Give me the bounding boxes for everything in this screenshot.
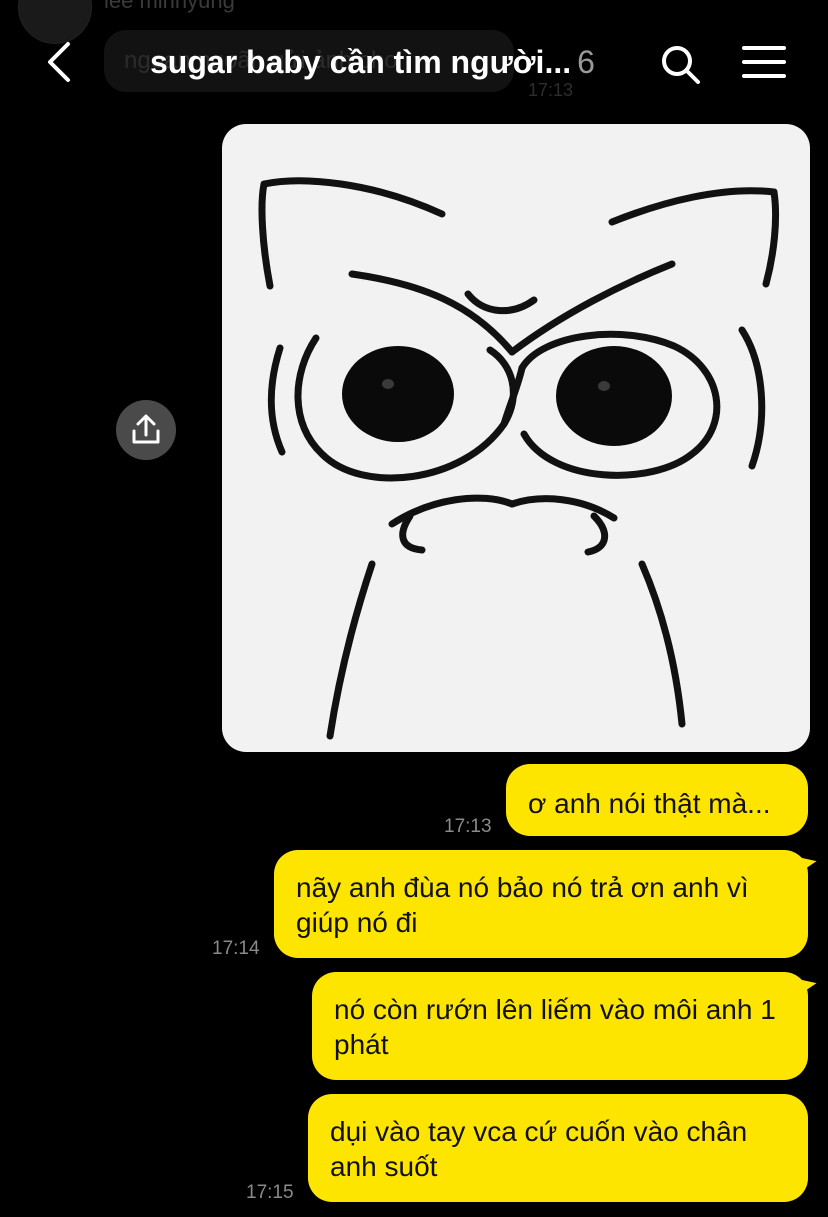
sender-name: lee minhyung xyxy=(104,0,235,13)
sent-message-bubble[interactable]: nãy anh đùa nó bảo nó trả ơn anh vì giúp… xyxy=(274,850,808,958)
search-button[interactable] xyxy=(656,40,704,88)
back-button[interactable] xyxy=(36,34,84,90)
menu-button[interactable] xyxy=(740,42,788,82)
chat-header: sugar baby cần tìm người... 6 xyxy=(0,30,828,94)
sent-message-bubble[interactable]: nó còn rướn lên liếm vào môi anh 1 phát xyxy=(312,972,808,1080)
share-upload-icon xyxy=(132,414,160,444)
hamburger-menu-icon xyxy=(742,46,786,78)
message-time: 17:13 xyxy=(444,816,492,837)
sent-message-bubble[interactable]: dụi vào tay vca cứ cuốn vào chân anh suố… xyxy=(308,1094,808,1202)
image-message[interactable] xyxy=(222,124,810,752)
search-icon xyxy=(662,46,700,84)
angry-cat-sticker xyxy=(258,177,780,740)
message-time: 17:14 xyxy=(212,938,260,959)
chat-title[interactable]: sugar baby cần tìm người... 6 xyxy=(150,40,620,84)
share-button[interactable] xyxy=(116,400,176,460)
chat-room-name: sugar baby cần tìm người... xyxy=(150,44,572,80)
sent-message-bubble[interactable]: ơ anh nói thật mà... xyxy=(506,764,808,836)
chevron-left-icon xyxy=(48,42,70,82)
member-count: 6 xyxy=(577,44,595,80)
message-time: 17:15 xyxy=(246,1182,294,1203)
